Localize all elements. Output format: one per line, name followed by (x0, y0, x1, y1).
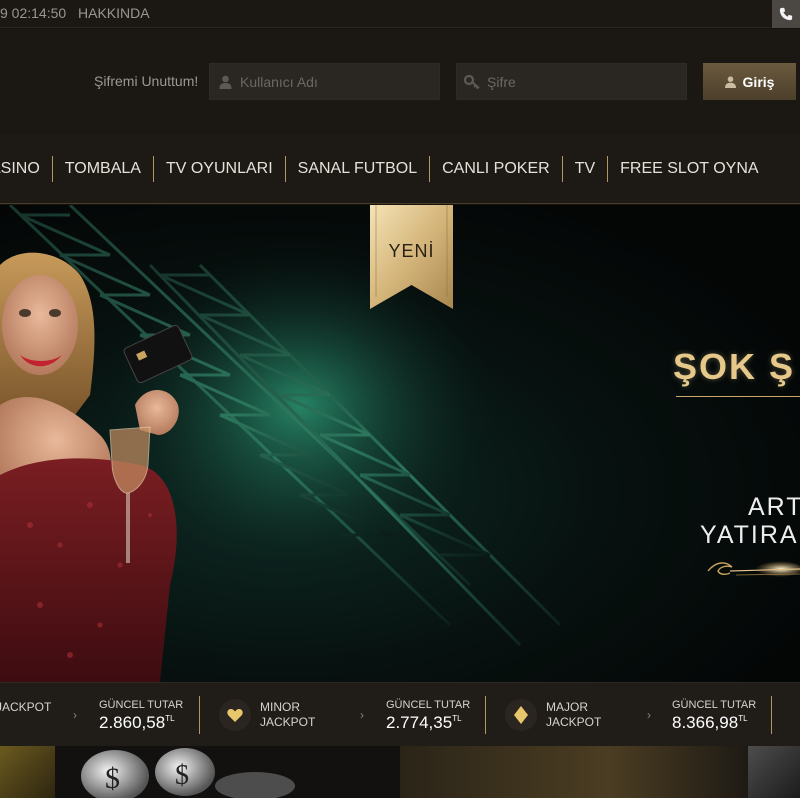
chevron-right-icon: › (73, 708, 77, 722)
forgot-password-link[interactable]: Şifremi Unuttum! (94, 73, 198, 89)
game-tile[interactable] (400, 746, 748, 798)
game-tiles: $ $ (0, 746, 800, 798)
jackpot-value: 2.860,58TL (99, 713, 175, 732)
promo-divider (676, 396, 800, 397)
password-input[interactable] (487, 73, 667, 90)
divider (771, 696, 772, 734)
password-field[interactable] (456, 63, 687, 100)
svg-text:$: $ (175, 760, 189, 791)
jackpot-minor[interactable]: MINOR JACKPOT › GÜNCEL TUTAR 2.774,35TL (200, 683, 486, 747)
jackpot-name: MAJOR JACKPOT (546, 700, 602, 729)
user-icon (210, 75, 240, 89)
username-input[interactable] (240, 73, 420, 90)
phone-icon[interactable] (772, 0, 800, 28)
login-label: Giriş (742, 73, 775, 90)
nav-item-tv-oyunlari[interactable]: TV OYUNLARI (152, 156, 285, 182)
game-tile[interactable] (0, 746, 55, 798)
nav-item-tv[interactable]: TV (561, 156, 607, 182)
jackpot-bar: JACKPOT › GÜNCEL TUTAR 2.860,58TL MINOR … (0, 682, 800, 746)
username-field[interactable] (209, 63, 440, 100)
promo-title: ŞOK Ş (673, 346, 796, 387)
game-tile[interactable] (748, 746, 800, 798)
nav-item-sanal-futbol[interactable]: SANAL FUTBOL (284, 156, 429, 182)
new-ribbon: YENİ (370, 205, 453, 309)
jackpot-grand[interactable]: JACKPOT › GÜNCEL TUTAR 2.860,58TL (0, 683, 200, 747)
jackpot-name: JACKPOT (0, 700, 52, 714)
svg-text:$: $ (105, 762, 120, 795)
jackpot-label: GÜNCEL TUTAR (672, 699, 757, 711)
nav-item-free-slot[interactable]: FREE SLOT OYNA (607, 156, 770, 182)
jackpot-value: 2.774,35TL (386, 713, 462, 732)
clock: 9 02:14:50 (0, 5, 67, 21)
nav-item-casino[interactable]: ASINO (0, 156, 52, 182)
chevron-right-icon: › (647, 708, 651, 722)
top-bar: 9 02:14:50 HAKKINDA (0, 0, 800, 28)
heart-icon (219, 699, 251, 731)
jackpot-label: GÜNCEL TUTAR (386, 699, 471, 711)
user-icon (724, 75, 736, 88)
about-link[interactable]: HAKKINDA (78, 5, 150, 21)
game-tile[interactable]: $ $ (55, 746, 400, 798)
promo-subtitle-1: ART (748, 493, 800, 521)
login-header: Şifremi Unuttum! Giriş (0, 29, 800, 134)
nav-item-tombala[interactable]: TOMBALA (51, 156, 153, 182)
promo-subtitle-2: YATIRA (700, 521, 799, 549)
login-button[interactable]: Giriş (703, 63, 796, 100)
jackpot-major[interactable]: MAJOR JACKPOT › GÜNCEL TUTAR 8.366,98TL (486, 683, 786, 747)
chevron-right-icon: › (360, 708, 364, 722)
jackpot-name: MINOR JACKPOT (260, 700, 316, 729)
nav-item-canli-poker[interactable]: CANLI POKER (429, 156, 562, 182)
ornament-icon (707, 561, 800, 577)
key-icon (457, 74, 487, 89)
jackpot-label: GÜNCEL TUTAR (99, 699, 184, 711)
diamond-icon (505, 699, 537, 731)
jackpot-value: 8.366,98TL (672, 713, 748, 732)
main-nav: ASINO TOMBALA TV OYUNLARI SANAL FUTBOL C… (0, 134, 800, 204)
new-ribbon-label: YENİ (388, 241, 435, 261)
promo-banner[interactable]: YENİ ŞOK Ş ART YATIRA (0, 205, 800, 682)
